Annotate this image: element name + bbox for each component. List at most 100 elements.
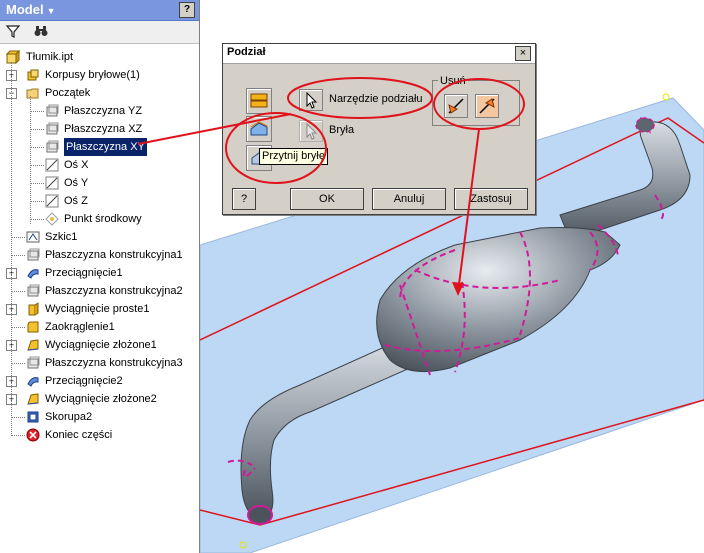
point-icon [45, 212, 59, 226]
split-face-button[interactable] [246, 88, 272, 114]
tree-root[interactable]: Tłumik.ipt [0, 48, 199, 66]
tree-connector [30, 129, 44, 130]
cancel-button[interactable]: Anuluj [372, 188, 446, 210]
tree-item-label: Zaokrąglenie1 [45, 321, 115, 333]
inlet-tube-end [247, 505, 273, 525]
tree-connector [11, 291, 25, 292]
tree-item-label: Szkic1 [45, 231, 78, 243]
fillet-icon [26, 320, 40, 334]
remove-side-one-button[interactable] [444, 94, 468, 118]
ok-button[interactable]: OK [290, 188, 364, 210]
tree-item-label: Skorupa2 [45, 411, 93, 423]
plane-icon [45, 140, 59, 154]
split-part-icon [250, 121, 268, 136]
tree-item[interactable]: Skorupa2 [0, 408, 199, 426]
tree-item-label: Wyciągnięcie złożone1 [45, 339, 157, 351]
solid-label: Bryła [329, 124, 355, 136]
plane-icon [26, 356, 40, 370]
plane-icon [26, 248, 40, 262]
tree-item-label: Płaszczyzna konstrukcyjna2 [45, 285, 183, 297]
end-of-part-icon [26, 428, 40, 442]
tree-connector [30, 96, 31, 224]
extrude-icon [26, 302, 40, 316]
sketch-icon [26, 230, 40, 244]
tree-item-label: Płaszczyzna XY [64, 138, 147, 156]
plane-corner-marker [662, 93, 670, 101]
tree-item-label: Przeciągnięcie1 [45, 267, 123, 279]
split-face-icon [250, 93, 268, 108]
split-tool-label: Narzędzie podziału [329, 93, 423, 105]
browser-title-dropdown[interactable]: Model ▼ [6, 2, 55, 17]
tree-item[interactable]: + Wyciągnięcie proste1 [0, 300, 199, 318]
trim-solid-tooltip: Przytnij bryłę [259, 148, 328, 165]
dropdown-arrow-icon: ▼ [46, 6, 56, 16]
tree-connector [11, 327, 25, 328]
browser-header: Model ▼ ? [0, 0, 199, 21]
tree-item-label: Płaszczyzna XZ [64, 123, 143, 135]
tree-item[interactable]: + Korpusy bryłowe(1) [0, 66, 199, 84]
tree-root-label: Tłumik.ipt [26, 51, 74, 63]
split-dialog: Podział × Narzędzie podziału Bryła Usuń … [222, 43, 536, 215]
tree-item[interactable]: + Przeciągnięcie1 [0, 264, 199, 282]
sweep-icon [26, 266, 40, 280]
tree-item-label: Oś X [64, 159, 89, 171]
remove-side-one-icon [448, 98, 464, 114]
axis-icon [45, 194, 59, 208]
split-part-button[interactable] [246, 116, 272, 142]
tree-item[interactable]: + Wyciągnięcie złożone2 [0, 390, 199, 408]
tree-item-label: Korpusy bryłowe(1) [45, 69, 140, 81]
plane-icon [45, 122, 59, 136]
remove-side-two-button[interactable] [475, 94, 499, 118]
binoculars-icon[interactable] [32, 23, 50, 41]
tree-item[interactable]: Zaokrąglenie1 [0, 318, 199, 336]
solid-bodies-icon [26, 68, 40, 82]
cursor-arrow-icon [306, 91, 318, 109]
tree-item-label: Punkt środkowy [64, 213, 142, 225]
tree-item-label: Oś Z [64, 195, 88, 207]
plane-icon [26, 284, 40, 298]
outlet-tube-end [635, 117, 655, 133]
tree-item-label: Płaszczyzna konstrukcyjna1 [45, 249, 183, 261]
tree-item-label: Początek [45, 87, 91, 99]
tree-item-label: Wyciągnięcie proste1 [45, 303, 150, 315]
loft-icon [26, 392, 40, 406]
tree-item[interactable]: Płaszczyzna konstrukcyjna3 [0, 354, 199, 372]
dialog-help-button[interactable]: ? [232, 188, 256, 210]
remove-group-label: Usuń [438, 75, 468, 87]
tree-connector [11, 435, 25, 436]
filter-icon[interactable] [4, 23, 22, 41]
part-file-icon [5, 49, 21, 65]
tree-item-label: Płaszczyzna YZ [64, 105, 143, 117]
tree-connector [30, 183, 44, 184]
tree-item[interactable]: + Wyciągnięcie złożone1 [0, 336, 199, 354]
tree-connector [30, 201, 44, 202]
tree-connector [30, 111, 44, 112]
tree-item[interactable]: Koniec części [0, 426, 199, 444]
tree-item[interactable]: Płaszczyzna konstrukcyjna2 [0, 282, 199, 300]
tree-item[interactable]: + Przeciągnięcie2 [0, 372, 199, 390]
tree-connector [11, 363, 25, 364]
dialog-title-bar: Podział × [223, 44, 535, 64]
tree-connector [11, 417, 25, 418]
tree-connector [11, 255, 25, 256]
dialog-close-button[interactable]: × [515, 46, 531, 61]
tree-item-label: Wyciągnięcie złożone2 [45, 393, 157, 405]
tree-connector [30, 219, 44, 220]
loft-icon [26, 338, 40, 352]
solid-selector[interactable] [299, 120, 323, 142]
apply-button[interactable]: Zastosuj [454, 188, 528, 210]
tree-item[interactable]: Płaszczyzna konstrukcyjna1 [0, 246, 199, 264]
axis-icon [45, 176, 59, 190]
browser-toolbar [0, 21, 199, 44]
browser-help-button[interactable]: ? [179, 2, 195, 18]
split-tool-selector[interactable] [299, 89, 323, 111]
cursor-arrow-icon [306, 122, 318, 140]
sweep-icon [26, 374, 40, 388]
tree-connector [30, 165, 44, 166]
shell-icon [26, 410, 40, 424]
plane-icon [45, 104, 59, 118]
tree-connector [30, 147, 44, 148]
model-browser: Model ▼ ? Tłumik.ipt + Korpusy bryłowe(1) − P… [0, 0, 200, 553]
tree-item[interactable]: Szkic1 [0, 228, 199, 246]
remove-side-two-icon [479, 98, 495, 114]
